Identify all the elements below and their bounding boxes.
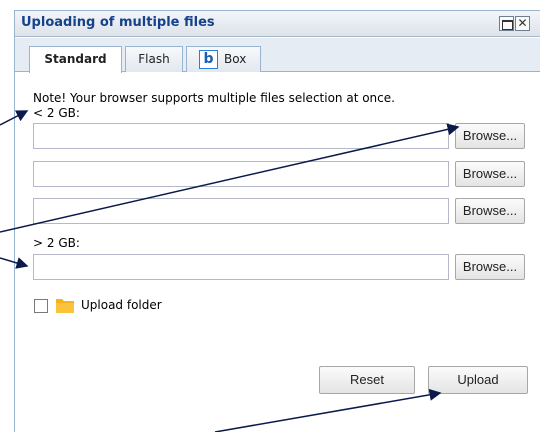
- small-files-label: < 2 GB:: [33, 106, 80, 120]
- browse-button-1[interactable]: Browse...: [455, 123, 525, 149]
- reset-button[interactable]: Reset: [319, 366, 415, 394]
- tab-flash[interactable]: Flash: [125, 46, 183, 72]
- file-input-1[interactable]: [33, 123, 449, 149]
- close-icon[interactable]: ✕: [515, 16, 530, 31]
- maximize-icon[interactable]: [499, 16, 514, 31]
- upload-dialog: Uploading of multiple files ✕ Standard F…: [14, 10, 540, 432]
- upload-folder-checkbox[interactable]: [34, 299, 48, 313]
- tab-box[interactable]: b Box: [186, 46, 261, 72]
- file-input-3[interactable]: [33, 198, 449, 224]
- tab-standard[interactable]: Standard: [29, 46, 122, 73]
- upload-folder-label: Upload folder: [81, 298, 162, 312]
- tab-box-label: Box: [224, 52, 247, 66]
- browse-button-2[interactable]: Browse...: [455, 161, 525, 187]
- upload-button[interactable]: Upload: [428, 366, 528, 394]
- browse-button-large[interactable]: Browse...: [455, 254, 525, 280]
- browse-button-3[interactable]: Browse...: [455, 198, 525, 224]
- large-files-label: > 2 GB:: [33, 236, 80, 250]
- box-logo-icon: b: [199, 50, 218, 69]
- file-input-2[interactable]: [33, 161, 449, 187]
- file-input-large[interactable]: [33, 254, 449, 280]
- dialog-title: Uploading of multiple files: [21, 15, 215, 30]
- browser-note: Note! Your browser supports multiple fil…: [33, 91, 395, 105]
- tab-strip: Standard Flash b Box: [15, 38, 540, 73]
- folder-icon: [56, 299, 74, 313]
- dialog-titlebar: Uploading of multiple files ✕: [15, 11, 540, 37]
